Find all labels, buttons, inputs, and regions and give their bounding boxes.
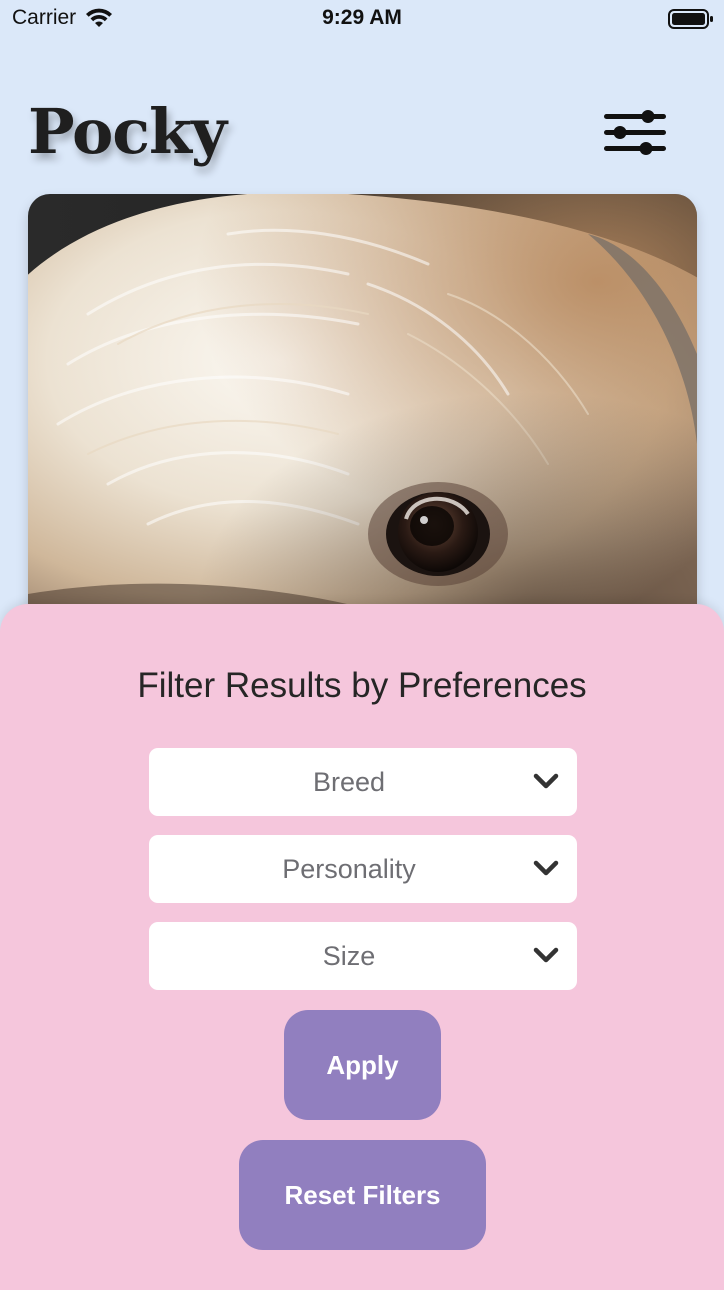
clock: 9:29 AM bbox=[322, 6, 402, 29]
size-dropdown[interactable]: Size bbox=[149, 922, 577, 990]
chevron-down-icon bbox=[533, 773, 559, 789]
sliders-icon bbox=[604, 110, 666, 155]
apply-button[interactable]: Apply bbox=[284, 1010, 441, 1120]
filter-sheet: Filter Results by Preferences Breed Pers… bbox=[0, 604, 724, 1290]
personality-dropdown[interactable]: Personality bbox=[149, 835, 577, 903]
dog-photo bbox=[28, 194, 697, 634]
breed-dropdown-label: Breed bbox=[312, 767, 386, 797]
app-title: Pocky bbox=[28, 95, 227, 168]
dog-photo-illustration bbox=[28, 194, 697, 634]
chevron-down-icon bbox=[533, 860, 559, 876]
size-dropdown-label: Size bbox=[322, 941, 376, 971]
filter-menu-button[interactable] bbox=[598, 102, 672, 164]
filter-sheet-title: Filter Results by Preferences bbox=[137, 666, 587, 705]
breed-dropdown[interactable]: Breed bbox=[149, 748, 577, 816]
status-bar: Carrier 9:29 AM bbox=[0, 0, 724, 40]
chevron-down-icon bbox=[533, 947, 559, 963]
battery-icon bbox=[668, 9, 713, 29]
reset-filters-button[interactable]: Reset Filters bbox=[239, 1140, 486, 1250]
personality-dropdown-label: Personality bbox=[282, 854, 416, 884]
